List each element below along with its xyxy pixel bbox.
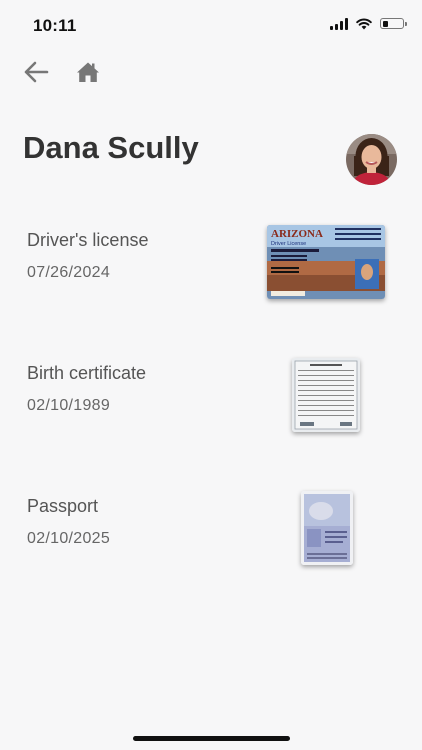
status-time: 10:11 <box>33 16 77 35</box>
battery-icon <box>380 18 407 29</box>
document-name: Driver's license <box>27 230 149 250</box>
home-icon <box>77 62 99 82</box>
document-name: Birth certificate <box>27 363 147 383</box>
nav-bar <box>22 58 102 86</box>
license-type: Driver License <box>271 241 306 247</box>
page-title: Dana Scully <box>23 130 199 165</box>
certificate-image <box>292 358 360 432</box>
passport-image <box>301 491 353 565</box>
drivers-license-thumbnail[interactable]: ARIZONA Driver License <box>267 225 385 299</box>
status-bar: 10:11 <box>0 0 422 50</box>
arrow-left-icon <box>24 61 49 83</box>
passport-thumbnail[interactable] <box>301 491 353 565</box>
avatar[interactable] <box>346 134 397 185</box>
battery-level <box>382 20 388 27</box>
list-item-passport[interactable]: Passport 02/10/2025 <box>0 481 422 614</box>
document-date: 02/10/2025 <box>27 530 111 547</box>
wifi-icon <box>356 18 372 30</box>
document-name: Passport <box>27 496 99 516</box>
birth-certificate-thumbnail[interactable] <box>292 358 360 432</box>
license-image: ARIZONA Driver License <box>267 225 385 299</box>
status-icons <box>330 17 407 30</box>
cellular-signal-icon <box>330 17 348 30</box>
license-state: ARIZONA <box>271 228 323 240</box>
document-list: Driver's license 07/26/2024 ARIZONA Driv… <box>0 215 422 614</box>
document-date: 07/26/2024 <box>27 264 111 281</box>
home-button[interactable] <box>74 58 102 86</box>
list-item-birth-certificate[interactable]: Birth certificate 02/10/1989 <box>0 348 422 481</box>
avatar-photo <box>346 134 397 185</box>
document-date: 02/10/1989 <box>27 397 111 414</box>
back-button[interactable] <box>22 58 50 86</box>
list-item-drivers-license[interactable]: Driver's license 07/26/2024 ARIZONA Driv… <box>0 215 422 348</box>
home-indicator[interactable] <box>133 736 290 741</box>
